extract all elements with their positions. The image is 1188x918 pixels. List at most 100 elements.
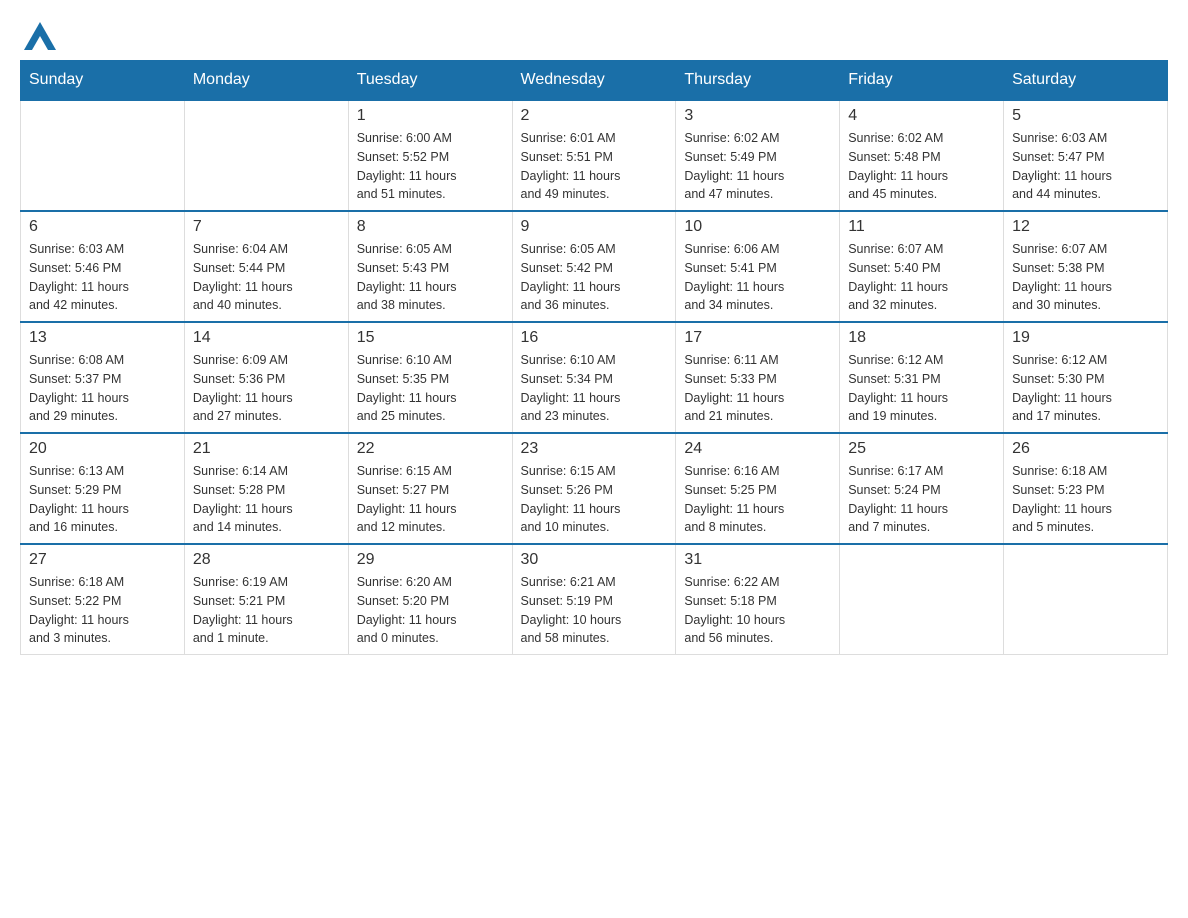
calendar-week-row: 20 Sunrise: 6:13 AM Sunset: 5:29 PM Dayli… — [21, 433, 1168, 544]
logo-general-row — [20, 20, 56, 50]
calendar-cell: 24 Sunrise: 6:16 AM Sunset: 5:25 PM Dayli… — [676, 433, 840, 544]
day-info: Sunrise: 6:06 AM Sunset: 5:41 PM Dayligh… — [684, 240, 831, 315]
day-info: Sunrise: 6:18 AM Sunset: 5:23 PM Dayligh… — [1012, 462, 1159, 537]
calendar-cell: 7 Sunrise: 6:04 AM Sunset: 5:44 PM Daylig… — [184, 211, 348, 322]
day-number: 26 — [1012, 440, 1159, 458]
day-info: Sunrise: 6:08 AM Sunset: 5:37 PM Dayligh… — [29, 351, 176, 426]
day-number: 23 — [521, 440, 668, 458]
calendar-cell: 14Sunrise: 6:09 AM Sunset: 5:36 PM Dayli… — [184, 322, 348, 433]
calendar-cell: 5 Sunrise: 6:03 AM Sunset: 5:47 PM Daylig… — [1004, 100, 1168, 211]
day-info: Sunrise: 6:10 AM Sunset: 5:35 PM Dayligh… — [357, 351, 504, 426]
calendar-day-header: Wednesday — [512, 61, 676, 101]
day-number: 27 — [29, 551, 176, 569]
day-number: 24 — [684, 440, 831, 458]
day-number: 2 — [521, 107, 668, 125]
day-number: 6 — [29, 218, 176, 236]
calendar-week-row: 1 Sunrise: 6:00 AM Sunset: 5:52 PM Daylig… — [21, 100, 1168, 211]
day-number: 29 — [357, 551, 504, 569]
calendar-cell: 3 Sunrise: 6:02 AM Sunset: 5:49 PM Daylig… — [676, 100, 840, 211]
day-info: Sunrise: 6:05 AM Sunset: 5:42 PM Dayligh… — [521, 240, 668, 315]
calendar-cell: 21 Sunrise: 6:14 AM Sunset: 5:28 PM Dayli… — [184, 433, 348, 544]
day-info: Sunrise: 6:12 AM Sunset: 5:31 PM Dayligh… — [848, 351, 995, 426]
day-number: 3 — [684, 107, 831, 125]
day-number: 20 — [29, 440, 176, 458]
day-info: Sunrise: 6:12 AM Sunset: 5:30 PM Dayligh… — [1012, 351, 1159, 426]
calendar-cell: 29 Sunrise: 6:20 AM Sunset: 5:20 PM Dayli… — [348, 544, 512, 655]
calendar-cell: 9 Sunrise: 6:05 AM Sunset: 5:42 PM Daylig… — [512, 211, 676, 322]
day-info: Sunrise: 6:21 AM Sunset: 5:19 PM Dayligh… — [521, 573, 668, 648]
calendar-cell: 6 Sunrise: 6:03 AM Sunset: 5:46 PM Daylig… — [21, 211, 185, 322]
day-number: 4 — [848, 107, 995, 125]
calendar-cell: 16 Sunrise: 6:10 AM Sunset: 5:34 PM Dayli… — [512, 322, 676, 433]
day-number: 21 — [193, 440, 340, 458]
day-info: Sunrise: 6:02 AM Sunset: 5:48 PM Dayligh… — [848, 129, 995, 204]
day-info: Sunrise: 6:04 AM Sunset: 5:44 PM Dayligh… — [193, 240, 340, 315]
day-number: 10 — [684, 218, 831, 236]
day-info: Sunrise: 6:15 AM Sunset: 5:26 PM Dayligh… — [521, 462, 668, 537]
calendar-cell: 12Sunrise: 6:07 AM Sunset: 5:38 PM Dayli… — [1004, 211, 1168, 322]
calendar-cell: 8Sunrise: 6:05 AM Sunset: 5:43 PM Daylig… — [348, 211, 512, 322]
calendar-cell: 10 Sunrise: 6:06 AM Sunset: 5:41 PM Dayli… — [676, 211, 840, 322]
day-number: 14 — [193, 329, 340, 347]
calendar-cell: 4 Sunrise: 6:02 AM Sunset: 5:48 PM Daylig… — [840, 100, 1004, 211]
calendar-cell: 15 Sunrise: 6:10 AM Sunset: 5:35 PM Dayli… — [348, 322, 512, 433]
day-info: Sunrise: 6:03 AM Sunset: 5:46 PM Dayligh… — [29, 240, 176, 315]
calendar-week-row: 27Sunrise: 6:18 AM Sunset: 5:22 PM Dayli… — [21, 544, 1168, 655]
day-info: Sunrise: 6:13 AM Sunset: 5:29 PM Dayligh… — [29, 462, 176, 537]
calendar-cell — [1004, 544, 1168, 655]
day-info: Sunrise: 6:15 AM Sunset: 5:27 PM Dayligh… — [357, 462, 504, 537]
calendar-day-header: Friday — [840, 61, 1004, 101]
day-info: Sunrise: 6:20 AM Sunset: 5:20 PM Dayligh… — [357, 573, 504, 648]
day-number: 30 — [521, 551, 668, 569]
day-number: 1 — [357, 107, 504, 125]
logo-triangle-icon — [24, 22, 56, 50]
calendar-cell: 13 Sunrise: 6:08 AM Sunset: 5:37 PM Dayli… — [21, 322, 185, 433]
day-info: Sunrise: 6:19 AM Sunset: 5:21 PM Dayligh… — [193, 573, 340, 648]
day-number: 13 — [29, 329, 176, 347]
calendar-cell: 22Sunrise: 6:15 AM Sunset: 5:27 PM Dayli… — [348, 433, 512, 544]
calendar-cell — [184, 100, 348, 211]
calendar-cell: 25 Sunrise: 6:17 AM Sunset: 5:24 PM Dayli… — [840, 433, 1004, 544]
day-info: Sunrise: 6:11 AM Sunset: 5:33 PM Dayligh… — [684, 351, 831, 426]
day-number: 7 — [193, 218, 340, 236]
calendar-cell: 31 Sunrise: 6:22 AM Sunset: 5:18 PM Dayli… — [676, 544, 840, 655]
day-number: 31 — [684, 551, 831, 569]
calendar-day-header: Monday — [184, 61, 348, 101]
day-number: 9 — [521, 218, 668, 236]
day-info: Sunrise: 6:22 AM Sunset: 5:18 PM Dayligh… — [684, 573, 831, 648]
day-info: Sunrise: 6:16 AM Sunset: 5:25 PM Dayligh… — [684, 462, 831, 537]
calendar-day-header: Saturday — [1004, 61, 1168, 101]
day-info: Sunrise: 6:10 AM Sunset: 5:34 PM Dayligh… — [521, 351, 668, 426]
day-number: 5 — [1012, 107, 1159, 125]
logo — [20, 20, 56, 50]
page-header — [20, 20, 1168, 50]
calendar-cell: 28 Sunrise: 6:19 AM Sunset: 5:21 PM Dayli… — [184, 544, 348, 655]
calendar-cell: 30 Sunrise: 6:21 AM Sunset: 5:19 PM Dayli… — [512, 544, 676, 655]
calendar-cell: 17 Sunrise: 6:11 AM Sunset: 5:33 PM Dayli… — [676, 322, 840, 433]
calendar-cell — [840, 544, 1004, 655]
calendar-day-header: Sunday — [21, 61, 185, 101]
calendar-week-row: 13 Sunrise: 6:08 AM Sunset: 5:37 PM Dayli… — [21, 322, 1168, 433]
day-number: 12 — [1012, 218, 1159, 236]
day-number: 28 — [193, 551, 340, 569]
day-number: 19 — [1012, 329, 1159, 347]
day-info: Sunrise: 6:17 AM Sunset: 5:24 PM Dayligh… — [848, 462, 995, 537]
day-number: 16 — [521, 329, 668, 347]
day-info: Sunrise: 6:05 AM Sunset: 5:43 PM Dayligh… — [357, 240, 504, 315]
day-info: Sunrise: 6:02 AM Sunset: 5:49 PM Dayligh… — [684, 129, 831, 204]
day-info: Sunrise: 6:07 AM Sunset: 5:40 PM Dayligh… — [848, 240, 995, 315]
calendar-cell: 23 Sunrise: 6:15 AM Sunset: 5:26 PM Dayli… — [512, 433, 676, 544]
day-number: 25 — [848, 440, 995, 458]
day-number: 17 — [684, 329, 831, 347]
calendar-cell: 26 Sunrise: 6:18 AM Sunset: 5:23 PM Dayli… — [1004, 433, 1168, 544]
day-info: Sunrise: 6:03 AM Sunset: 5:47 PM Dayligh… — [1012, 129, 1159, 204]
day-info: Sunrise: 6:00 AM Sunset: 5:52 PM Dayligh… — [357, 129, 504, 204]
calendar-cell — [21, 100, 185, 211]
day-number: 15 — [357, 329, 504, 347]
calendar-cell: 18Sunrise: 6:12 AM Sunset: 5:31 PM Dayli… — [840, 322, 1004, 433]
calendar-cell: 2 Sunrise: 6:01 AM Sunset: 5:51 PM Daylig… — [512, 100, 676, 211]
calendar-cell: 27Sunrise: 6:18 AM Sunset: 5:22 PM Dayli… — [21, 544, 185, 655]
day-info: Sunrise: 6:14 AM Sunset: 5:28 PM Dayligh… — [193, 462, 340, 537]
calendar-cell: 11Sunrise: 6:07 AM Sunset: 5:40 PM Dayli… — [840, 211, 1004, 322]
day-info: Sunrise: 6:01 AM Sunset: 5:51 PM Dayligh… — [521, 129, 668, 204]
